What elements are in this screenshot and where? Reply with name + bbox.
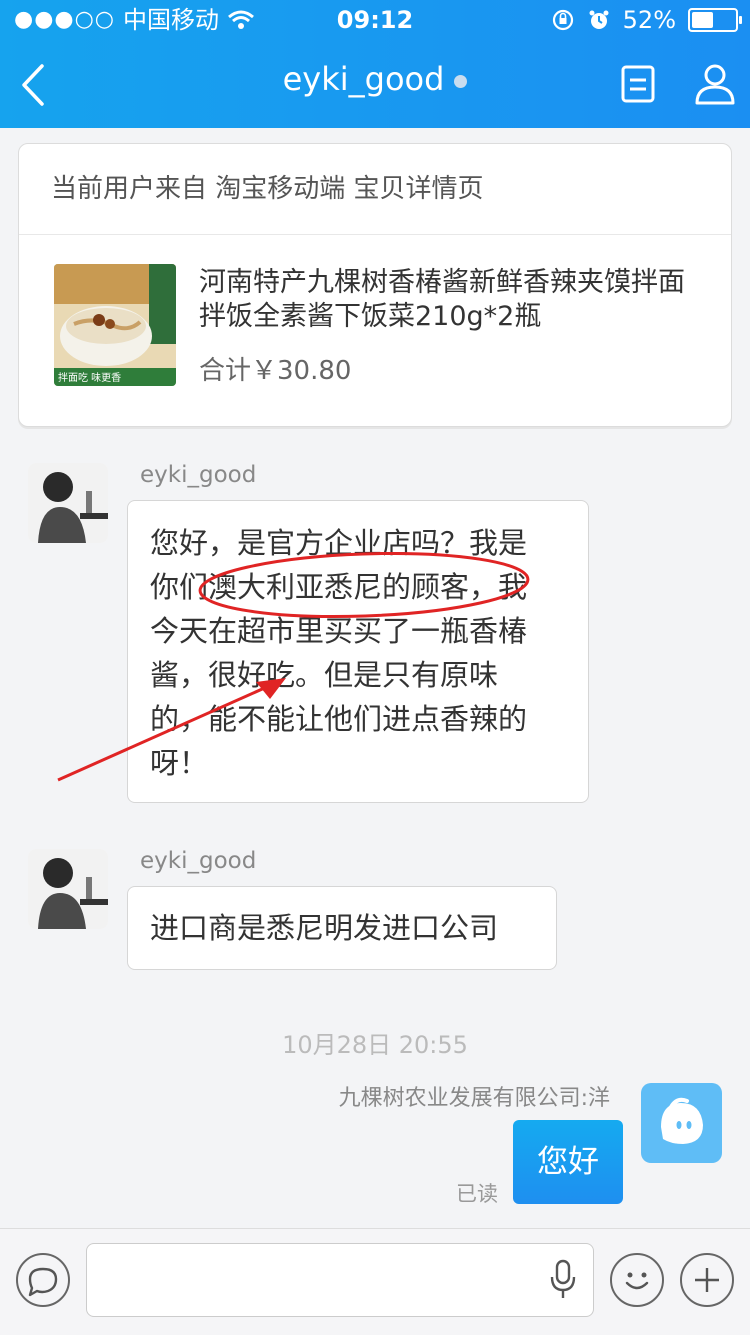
plus-icon bbox=[695, 1268, 719, 1292]
agent-name: 九棵树农业发展有限公司:洋 bbox=[338, 1086, 610, 1111]
alarm-icon bbox=[589, 10, 609, 29]
chat-timestamp: 10月28日 20:55 bbox=[282, 1031, 468, 1059]
header-bar: ●●●○○ 中国移动 09:12 52% eyki_good bbox=[0, 0, 750, 128]
person-avatar-icon bbox=[28, 849, 108, 929]
battery-percent: 52% bbox=[622, 6, 676, 34]
message-line: 你们澳大利亚悉尼的顾客，我 bbox=[150, 570, 528, 604]
document-icon[interactable] bbox=[620, 64, 656, 104]
orientation-lock-icon bbox=[552, 9, 573, 31]
profile-icon[interactable] bbox=[694, 62, 736, 106]
message-line: 您好，是官方企业店吗？我是 bbox=[150, 526, 528, 560]
chat-title-text: eyki_good bbox=[282, 60, 445, 98]
my-message-text: 您好 bbox=[537, 1144, 599, 1180]
product-thumbnail[interactable]: 拌面吃 味更香 bbox=[54, 264, 176, 386]
microphone-icon[interactable] bbox=[548, 1259, 578, 1301]
agent-avatar[interactable] bbox=[641, 1083, 722, 1163]
message-input[interactable] bbox=[86, 1243, 594, 1317]
customer-avatar[interactable] bbox=[28, 849, 108, 929]
visitor-source-label: 当前用户来自 淘宝移动端 宝贝详情页 bbox=[19, 144, 731, 235]
message-bubble[interactable]: 您好，是官方企业店吗？我是 你们澳大利亚悉尼的顾客，我 今天在超市里买买了一瓶香… bbox=[127, 500, 589, 803]
read-receipt: 已读 bbox=[456, 1182, 498, 1206]
smiley-icon bbox=[625, 1272, 649, 1290]
emoji-button[interactable] bbox=[610, 1253, 664, 1307]
message-line: 酱，很好吃。但是只有原味 bbox=[150, 658, 499, 692]
product-card[interactable]: 当前用户来自 淘宝移动端 宝贝详情页 拌面吃 味更香 河南特产九棵树香椿酱新鲜香… bbox=[18, 143, 732, 427]
status-bar: ●●●○○ 中国移动 09:12 52% bbox=[0, 0, 750, 40]
speech-bubble-icon bbox=[28, 1267, 58, 1297]
my-message-bubble[interactable]: 您好 bbox=[513, 1120, 623, 1204]
chat-mascot-icon bbox=[661, 1097, 703, 1144]
message-line: 的，能不能让他们进点香辣的 bbox=[150, 702, 528, 736]
presence-dot bbox=[454, 74, 468, 88]
product-total: 合计￥30.80 bbox=[199, 356, 352, 386]
product-image-icon: 拌面吃 味更香 bbox=[54, 264, 176, 386]
message-bubble[interactable]: 进口商是悉尼明发进口公司 bbox=[127, 886, 557, 970]
message-sender: eyki_good bbox=[140, 462, 257, 488]
message-text: 进口商是悉尼明发进口公司 bbox=[150, 911, 499, 945]
quick-reply-button[interactable] bbox=[16, 1253, 70, 1307]
battery-icon bbox=[688, 8, 742, 32]
message-sender: eyki_good bbox=[140, 848, 257, 874]
message-line: 呀！ bbox=[150, 746, 209, 780]
message-line: 今天在超市里买买了一瓶香椿 bbox=[150, 614, 528, 648]
person-avatar-icon bbox=[28, 463, 108, 543]
nav-bar: eyki_good bbox=[0, 40, 750, 128]
more-button[interactable] bbox=[680, 1253, 734, 1307]
product-name[interactable]: 河南特产九棵树香椿酱新鲜香辣夹馍拌面拌饭全素酱下饭菜210g*2瓶 bbox=[199, 266, 699, 334]
thumb-caption: 拌面吃 味更香 bbox=[58, 371, 121, 384]
customer-avatar[interactable] bbox=[28, 463, 108, 543]
input-bar bbox=[0, 1228, 750, 1335]
